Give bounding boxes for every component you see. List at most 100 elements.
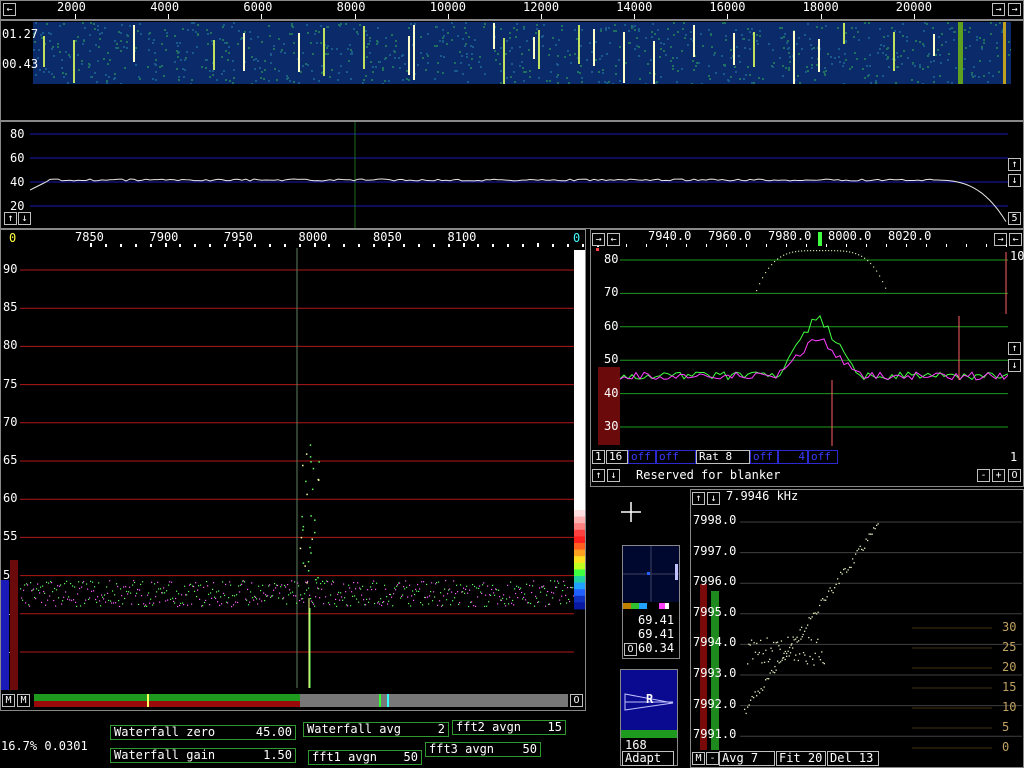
baseband-scale-tick-mark <box>846 244 847 247</box>
main-scale-tick-mark <box>268 244 271 247</box>
wide-spectrum-up-button[interactable]: ↑ <box>4 212 17 225</box>
afc-y-label: 7991.0 <box>693 727 737 742</box>
wide-scale-tick-label: 8000 <box>336 0 366 14</box>
main-o-button[interactable]: O <box>570 694 583 707</box>
main-scale-right-zero: 0 <box>573 231 581 245</box>
wide-scale-tick-mark <box>913 14 915 19</box>
main-scale-tick-mark <box>462 243 465 247</box>
baseband-left-arrow[interactable]: ← <box>607 233 620 246</box>
baseband-off-3[interactable]: off <box>750 450 778 464</box>
baseband-spectrum-graph[interactable] <box>596 248 1008 446</box>
main-scale-tick-mark <box>537 243 539 247</box>
baseband-scale-tick-mark <box>946 244 947 247</box>
main-spectrum-y-label: 65 <box>3 453 18 467</box>
afc-down-button[interactable]: ↓ <box>707 492 720 505</box>
wide-scale-tick-label: 12000 <box>523 0 560 14</box>
baseband-up-button[interactable]: ↑ <box>1008 342 1021 355</box>
afc-right-label: 25 <box>1002 640 1017 654</box>
meter-o-button[interactable]: O <box>624 643 637 656</box>
main-scale-tick-mark <box>551 244 554 247</box>
fft3-avgn-label: fft3 avgn <box>429 742 495 756</box>
adapt-button[interactable]: Adapt <box>622 751 674 766</box>
baseband-scale-tick-mark <box>726 244 727 247</box>
main-spectrum-y-label: 90 <box>3 262 18 276</box>
baseband-scale-tick-mark <box>766 244 767 247</box>
main-spectrum-y-label: 75 <box>3 376 18 391</box>
baseband-right-arrow[interactable]: → <box>592 233 605 246</box>
meter-value-3: 60.34 <box>638 641 675 655</box>
wide-scale-right-arrow-2[interactable]: → <box>1008 3 1021 16</box>
baseband-off-2[interactable]: off <box>656 450 696 464</box>
afc-avg-box[interactable]: Avg 7 <box>719 751 775 766</box>
baseband-minus-button[interactable]: - <box>977 469 990 482</box>
main-scale-tick-mark <box>253 244 256 247</box>
baseband-scale-tick-label: 7980.0 <box>768 229 812 243</box>
waterfall-zero-label: Waterfall zero <box>114 725 216 739</box>
main-progress-bar[interactable] <box>34 694 568 707</box>
fft1-avgn-value: 50 <box>403 750 418 764</box>
main-scale-tick-mark <box>239 243 241 247</box>
main-scale-tick-mark <box>477 244 480 247</box>
main-spectrum-graph[interactable] <box>20 248 574 688</box>
main-spectrum-left-bars <box>1 560 18 690</box>
baseband-rat-box[interactable]: Rat 8 <box>696 450 750 464</box>
wide-scale-tick-mark <box>75 14 76 19</box>
fft1-avgn-label: fft1 avgn <box>312 750 378 764</box>
main-scale-tick-mark <box>417 244 420 247</box>
wide-spectrum-tick-40: 40 <box>10 175 25 189</box>
wide-spectrum-down-button[interactable]: ↓ <box>18 212 31 225</box>
wide-scale-left-arrow[interactable]: ← <box>3 3 16 16</box>
fft3-avgn-box[interactable]: fft3 avgn 50 <box>425 742 541 757</box>
wide-spectrum-right-down-button[interactable]: ↓ <box>1008 174 1021 187</box>
main-scale-tick-mark <box>134 244 137 247</box>
waterfall-zero-box[interactable]: Waterfall zero 45.00 <box>110 725 296 740</box>
baseband-o-button[interactable]: O <box>1008 469 1021 482</box>
baseband-left-arrow-2[interactable]: ← <box>1009 233 1022 246</box>
baseband-scale-tick-mark <box>886 244 887 247</box>
main-scale-tick-mark <box>283 244 286 247</box>
baseband-y-label: 40 <box>604 385 619 400</box>
baseband-plus-button[interactable]: + <box>992 469 1005 482</box>
main-scale-tick-mark <box>209 244 212 247</box>
fft1-avgn-box[interactable]: fft1 avgn 50 <box>308 750 422 765</box>
wide-scale-tick-label: 16000 <box>709 0 746 14</box>
wide-scale-tick-mark <box>261 14 263 19</box>
wide-spectrum-right-number[interactable]: 5 <box>1008 212 1021 225</box>
wide-spectrum-graph[interactable] <box>30 122 1008 228</box>
main-mode-button-2[interactable]: M <box>17 694 30 707</box>
waterfall-gain-box[interactable]: Waterfall gain 1.50 <box>110 748 296 763</box>
afc-y-label: 7993.0 <box>693 666 737 680</box>
baseband-y-label: 50 <box>604 352 619 367</box>
meter-value-1: 69.41 <box>638 613 675 627</box>
baseband-n1-box[interactable]: 1 <box>592 450 605 464</box>
waterfall-display[interactable] <box>33 22 1011 84</box>
afc-fit-box[interactable]: Fit 20 <box>776 751 826 766</box>
wide-scale-tick-mark <box>727 14 729 19</box>
baseband-value-4[interactable]: 4 <box>778 450 808 464</box>
afc-del-box[interactable]: Del 13 <box>827 751 879 766</box>
baseband-scale-tick-mark <box>966 244 967 247</box>
afc-graph[interactable] <box>692 506 1022 750</box>
baseband-row-down-button[interactable]: ↓ <box>607 469 620 482</box>
afc-dash-button[interactable]: - <box>706 752 719 765</box>
baseband-n16-box[interactable]: 16 <box>606 450 628 464</box>
baseband-scale-tick-mark <box>826 244 827 247</box>
wide-spectrum-right-up-button[interactable]: ↑ <box>1008 158 1021 171</box>
main-mode-button-1[interactable]: M <box>2 694 15 707</box>
afc-y-label: 7997.0 <box>693 543 737 558</box>
afc-right-label: 30 <box>1002 620 1017 634</box>
afc-right-label: 10 <box>1002 700 1017 714</box>
baseband-off-4[interactable]: off <box>808 450 838 464</box>
baseband-scale-tick-mark <box>866 244 867 247</box>
waterfall-avg-box[interactable]: Waterfall avg 2 <box>303 722 449 737</box>
baseband-down-button[interactable]: ↓ <box>1008 359 1021 372</box>
main-scale-left-zero: 0 <box>9 231 17 245</box>
wide-scale-right-arrow[interactable]: → <box>992 3 1005 16</box>
baseband-off-1[interactable]: off <box>628 450 656 464</box>
main-scale-tick-mark <box>566 244 569 247</box>
waterfall-gain-label: Waterfall gain <box>114 748 216 762</box>
afc-m-button[interactable]: M <box>692 752 705 765</box>
afc-up-button[interactable]: ↑ <box>692 492 705 505</box>
fft2-avgn-box[interactable]: fft2 avgn 15 <box>452 720 566 735</box>
baseband-row-up-button[interactable]: ↑ <box>592 469 605 482</box>
